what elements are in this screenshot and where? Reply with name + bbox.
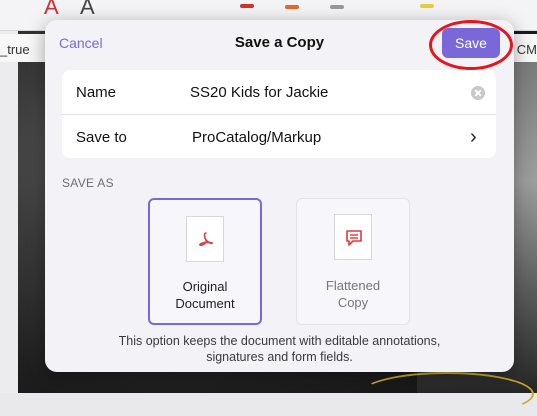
name-label: Name [76,84,117,101]
text-tool-icon[interactable]: A [44,0,59,20]
cancel-button[interactable]: Cancel [59,35,103,51]
save-button[interactable]: Save [442,28,500,58]
document-thumbnail [334,214,372,260]
file-details-form: Name Save to ProCatalog/Markup › [62,70,496,158]
option-label-line: Original [182,279,228,294]
save-to-value: ProCatalog/Markup [192,129,322,146]
marker-tool-icon[interactable] [285,5,299,9]
save-to-label: Save to [76,129,127,146]
background-filename-fragment: _true [0,42,30,57]
chevron-right-icon[interactable]: › [470,126,477,149]
option-label-line: Document [175,296,235,311]
option-label-line: Flattened [325,278,381,293]
note-tool-icon[interactable] [420,4,434,8]
option-label: Flattened Copy [297,277,409,311]
option-description: This option keeps the document with edit… [65,333,494,365]
background-text-fragment: CM [516,42,537,57]
annotation-icon [346,230,362,246]
save-to-row[interactable]: Save to ProCatalog/Markup › [62,114,496,159]
text-tool-icon[interactable]: A [80,0,95,20]
option-label-line: Copy [337,295,369,310]
option-flattened-copy[interactable]: Flattened Copy [296,198,410,325]
option-label: Original Document [150,278,260,312]
pdf-icon [199,232,213,246]
background-yellow-annotation [360,372,534,416]
clear-text-icon[interactable] [471,86,485,100]
option-original-document[interactable]: Original Document [148,198,262,325]
name-row: Name [62,70,496,114]
document-thumbnail [186,216,224,262]
description-line: signatures and form fields. [206,350,353,364]
eraser-tool-icon[interactable] [330,5,344,9]
dialog-header: Cancel Save a Copy Save [45,20,514,70]
pen-tool-icon[interactable] [240,4,254,8]
save-as-header: SAVE AS [62,176,114,190]
save-copy-dialog: Cancel Save a Copy Save Name Save to Pro… [45,20,514,372]
description-line: This option keeps the document with edit… [118,334,441,348]
name-input[interactable] [190,80,450,104]
